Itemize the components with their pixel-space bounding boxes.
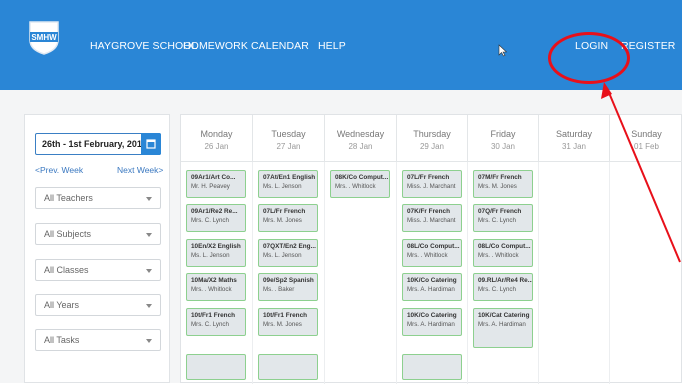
annotation-arrow-icon [601, 82, 681, 263]
